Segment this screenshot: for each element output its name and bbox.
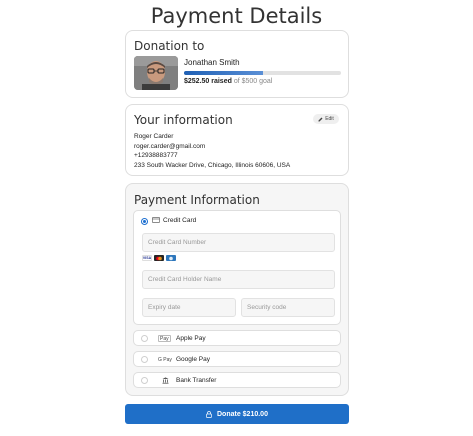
mastercard-logo <box>154 255 164 261</box>
goal-text: of $500 goal <box>233 78 273 85</box>
pencil-icon <box>318 117 323 121</box>
donate-button-label: Donate $210.00 <box>217 410 268 418</box>
bank-transfer-radio[interactable] <box>141 377 148 384</box>
info-section-title: Your information <box>134 113 233 127</box>
credit-card-label: Credit Card <box>163 217 197 224</box>
payment-section-title: Payment Information <box>134 193 260 207</box>
donate-button[interactable]: Donate $210.00 <box>125 404 349 424</box>
apple-pay-icon: Pay <box>158 335 171 342</box>
google-pay-radio[interactable] <box>141 356 148 363</box>
apple-pay-radio[interactable] <box>141 335 148 342</box>
your-information-card: Your information Edit Roger Carder roger… <box>125 104 349 176</box>
recipient-avatar <box>134 56 178 90</box>
info-email: roger.carder@gmail.com <box>134 142 206 150</box>
donation-progress-bar <box>184 71 341 75</box>
info-name: Roger Carder <box>134 133 174 140</box>
payment-method-apple-pay[interactable]: Pay Apple Pay <box>133 330 341 346</box>
lock-icon <box>206 410 212 418</box>
edit-button-label: Edit <box>325 116 334 122</box>
credit-card-icon <box>152 217 160 225</box>
amex-logo <box>166 255 176 261</box>
payment-method-bank-transfer[interactable]: Bank Transfer <box>133 372 341 388</box>
donation-card: Donation to Jonathan Smith $252.50 raise… <box>125 30 349 98</box>
recipient-name: Jonathan Smith <box>184 58 240 67</box>
raised-amount: $252.50 raised <box>184 78 232 85</box>
google-pay-icon: G Pay <box>158 357 172 363</box>
info-details: Roger Carder roger.carder@gmail.com +129… <box>134 132 290 170</box>
page-title: Payment Details <box>150 4 323 28</box>
donation-progress-fill <box>184 71 264 75</box>
bank-transfer-label: Bank Transfer <box>176 377 217 384</box>
payment-method-credit-card[interactable]: Credit Card Credit Card Number VISA Cred… <box>133 210 341 325</box>
raised-summary: $252.50 raised of $500 goal <box>184 78 272 85</box>
credit-card-radio[interactable] <box>141 218 148 225</box>
edit-button[interactable]: Edit <box>313 114 339 124</box>
google-pay-label: Google Pay <box>176 356 210 363</box>
info-phone: +12938883777 <box>134 152 178 159</box>
bank-icon <box>162 377 169 386</box>
visa-logo: VISA <box>142 255 152 261</box>
card-holder-input[interactable]: Credit Card Holder Name <box>142 270 335 289</box>
security-code-input[interactable]: Security code <box>241 298 335 317</box>
apple-pay-label: Apple Pay <box>176 335 206 342</box>
donation-section-title: Donation to <box>134 39 205 53</box>
payment-method-google-pay[interactable]: G Pay Google Pay <box>133 351 341 367</box>
accepted-cards: VISA <box>142 255 176 261</box>
info-address: 233 South Wacker Drive, Chicago, Illinoi… <box>134 161 291 169</box>
expiry-date-input[interactable]: Expiry date <box>142 298 236 317</box>
payment-information-card: Payment Information Credit Card Credit C… <box>125 183 349 396</box>
card-number-input[interactable]: Credit Card Number <box>142 233 335 252</box>
